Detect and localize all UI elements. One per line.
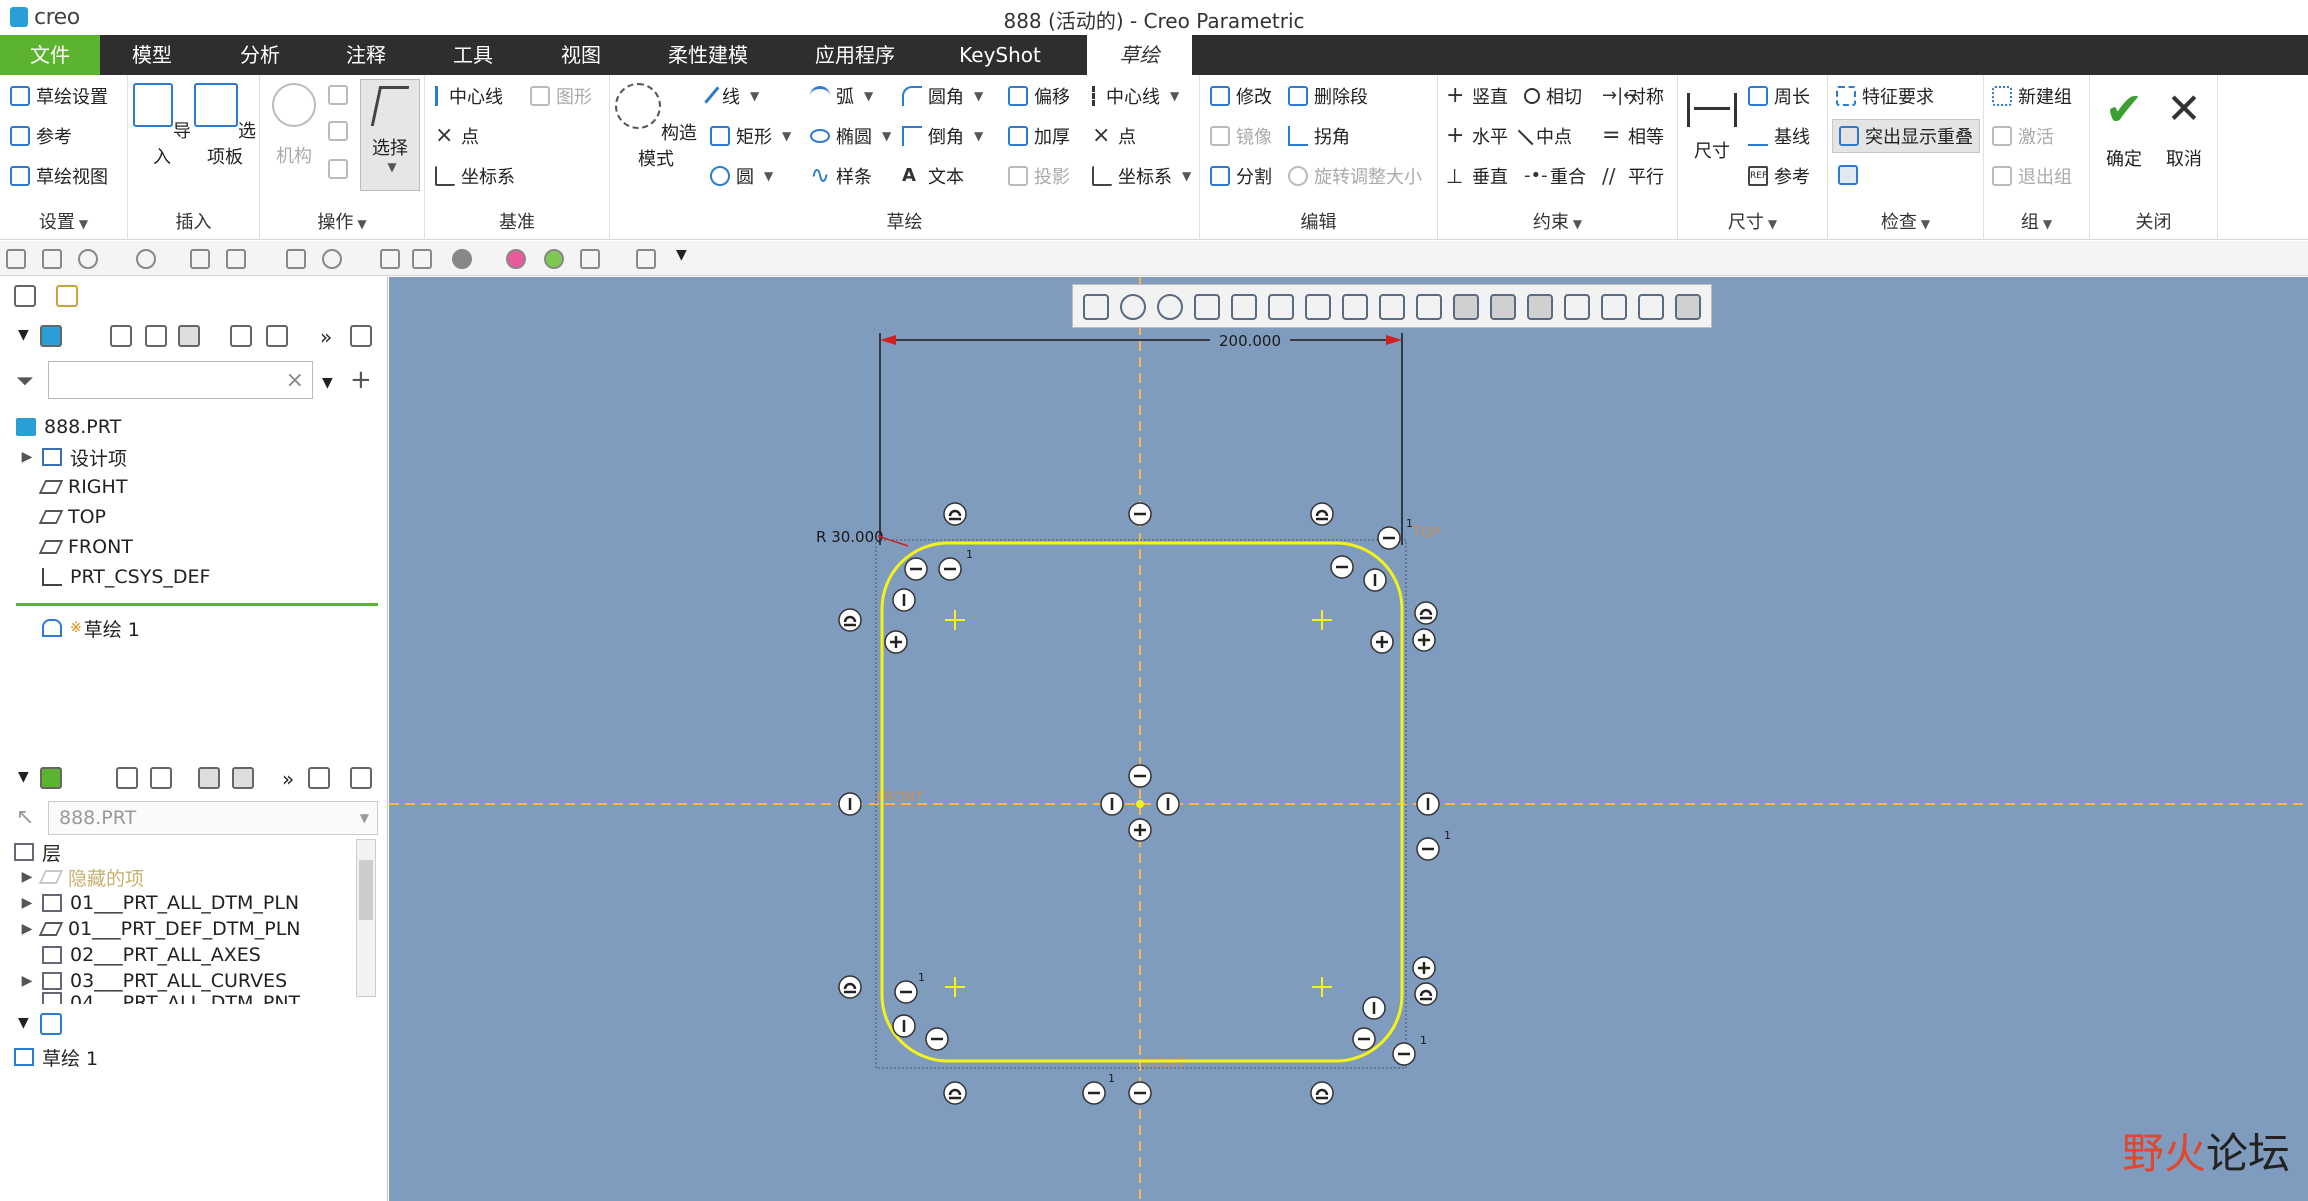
constraint-marker[interactable] (1310, 1081, 1334, 1105)
saved-views-icon[interactable] (1268, 294, 1294, 320)
dimension-arrow-left (880, 335, 896, 345)
svg-text:1: 1 (918, 971, 925, 984)
view-manager-icon[interactable] (1305, 294, 1331, 320)
watermark-part1: 野火 (2122, 1129, 2207, 1178)
constraint-marker[interactable] (943, 1081, 967, 1105)
datum-label-right: RIGHT (1142, 1056, 1186, 1072)
refit-icon[interactable] (1083, 294, 1109, 320)
origin-point (1136, 800, 1144, 808)
dimension-display-icon[interactable] (1490, 294, 1516, 320)
constraint-marker[interactable] (1414, 982, 1438, 1006)
constraint-marker[interactable] (1310, 502, 1334, 526)
svg-text:1: 1 (1420, 1034, 1427, 1047)
perspective-icon[interactable] (1342, 294, 1368, 320)
watermark-logo: 野火论坛 (2122, 1120, 2290, 1181)
constraint-marker[interactable] (1414, 601, 1438, 625)
constraint-display-icon[interactable] (1527, 294, 1553, 320)
svg-text:1: 1 (966, 548, 973, 561)
constraint-marker[interactable] (838, 608, 862, 632)
annotation-display-icon[interactable] (1601, 294, 1627, 320)
svg-text:1: 1 (1406, 517, 1413, 530)
watermark-part2: 论坛 (2206, 1129, 2291, 1178)
sketch-view-icon[interactable] (1379, 294, 1405, 320)
svg-text:1: 1 (1108, 1072, 1115, 1085)
display-style-icon[interactable] (1231, 294, 1257, 320)
plane-display-icon[interactable] (1453, 294, 1479, 320)
dimension-arrow-right (1386, 335, 1402, 345)
datum-label-top: TOP (1411, 525, 1440, 541)
sketch-graphics[interactable]: TOP FRONT RIGHT 200.000 R 30.000 1 1 1 1… (0, 0, 2308, 1201)
radius-dimension[interactable]: R 30.000 (816, 528, 884, 546)
sketcher-display-icon[interactable] (1675, 294, 1701, 320)
datum-display-icon[interactable] (1416, 294, 1442, 320)
width-dimension[interactable]: 200.000 (1219, 332, 1281, 350)
constraint-marker[interactable] (943, 502, 967, 526)
zoom-in-icon[interactable] (1120, 294, 1146, 320)
svg-text:1: 1 (1444, 829, 1451, 842)
graphics-toolbar (1072, 284, 1712, 328)
constraint-marker[interactable] (838, 975, 862, 999)
csys-display-icon[interactable] (1564, 294, 1590, 320)
zoom-out-icon[interactable] (1157, 294, 1183, 320)
repaint-icon[interactable] (1194, 294, 1220, 320)
spin-center-icon[interactable] (1638, 294, 1664, 320)
